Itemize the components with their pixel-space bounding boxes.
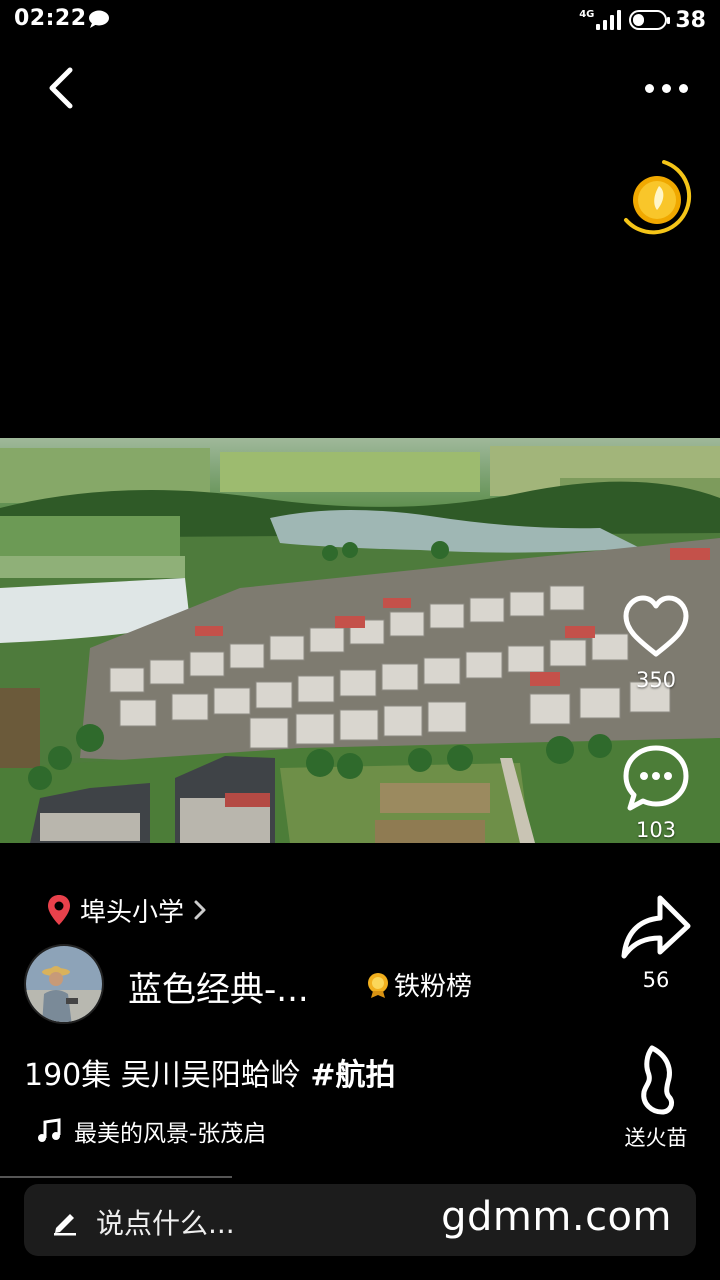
share-button[interactable]: 56 [606, 888, 706, 992]
location-pin-icon [48, 895, 70, 925]
signal-icon [596, 10, 622, 30]
coin-reward-button[interactable] [620, 158, 700, 242]
comment-bubble-icon [623, 745, 689, 811]
chevron-right-icon [194, 900, 206, 920]
music-tag[interactable]: 最美的风景-张茂启 [36, 1114, 266, 1148]
music-title: 最美的风景-张茂启 [74, 1121, 267, 1147]
comment-placeholder: 说点什么... [96, 1207, 235, 1240]
comment-input-bar[interactable]: 说点什么... gdmm.com [24, 1184, 696, 1256]
status-time: 02:22 [14, 6, 87, 31]
flame-icon [641, 1045, 675, 1115]
watermark-text: gdmm.com [441, 1194, 672, 1240]
battery-fill [633, 14, 645, 26]
status-bar: 02:22 4G 38 [0, 0, 720, 40]
hashtag-link[interactable]: #航拍 [310, 1058, 395, 1093]
author-avatar[interactable] [24, 944, 104, 1024]
like-count: 350 [635, 668, 677, 692]
fan-rank-badge[interactable]: 铁粉榜 [366, 966, 472, 1003]
medal-icon [368, 972, 388, 998]
post-caption: 190集 吴川吴阳蛤岭 #航拍 [24, 1050, 395, 1094]
gift-label: 送火苗 [624, 1126, 688, 1150]
like-button[interactable]: 350 [606, 588, 706, 692]
caption-text: 190集 吴川吴阳蛤岭 [24, 1058, 311, 1093]
video-progress-bar[interactable] [0, 1176, 232, 1178]
message-icon [89, 10, 109, 28]
dot-icon [661, 83, 671, 93]
pencil-icon [54, 1214, 76, 1236]
coin-icon [624, 160, 692, 235]
network-type: 4G [579, 8, 595, 20]
status-indicators: 4G 38 [579, 6, 706, 34]
chevron-left-icon [49, 67, 73, 109]
dot-icon [678, 83, 688, 93]
battery-icon [629, 10, 671, 30]
avatar-image [26, 946, 102, 1022]
heart-icon [623, 595, 689, 657]
back-button[interactable] [36, 62, 88, 114]
gift-flame-button[interactable]: 送火苗 [606, 1042, 706, 1152]
more-options-button[interactable] [636, 66, 696, 110]
fan-badge-label: 铁粉榜 [394, 972, 473, 1002]
share-arrow-icon [621, 895, 691, 959]
location-name: 埠头小学 [80, 897, 185, 928]
music-note-icon [38, 1118, 61, 1142]
video-player-screen: 02:22 4G 38 350 103 56 送火苗 埠头小学 蓝色经典-...… [0, 0, 720, 1280]
comment-count: 103 [635, 818, 677, 842]
location-tag[interactable]: 埠头小学 [46, 890, 208, 930]
author-name[interactable]: 蓝色经典-... [128, 962, 309, 1011]
dot-icon [644, 83, 654, 93]
share-count: 56 [642, 968, 670, 992]
comment-button[interactable]: 103 [606, 738, 706, 842]
battery-percent: 38 [675, 7, 706, 33]
